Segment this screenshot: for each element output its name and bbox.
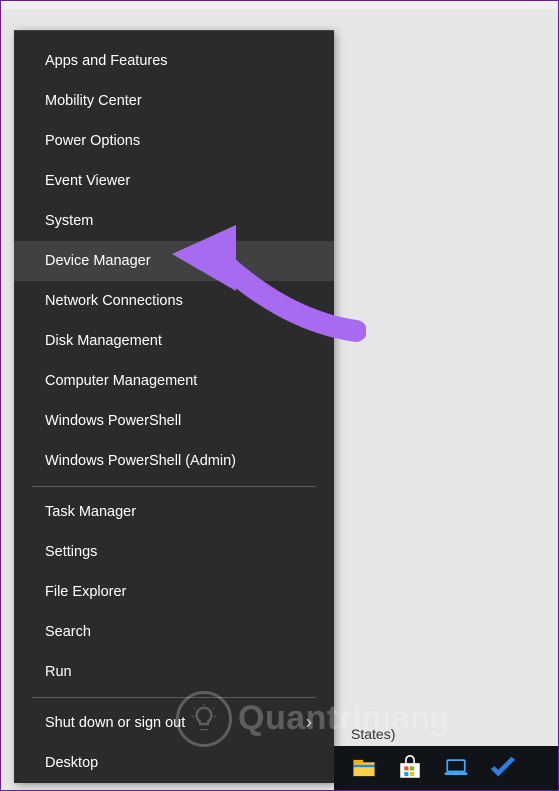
window-top-strip [1,1,558,9]
menu-item-settings[interactable]: Settings [14,532,334,572]
menu-item-label: Search [45,624,91,640]
menu-item-label: Windows PowerShell [45,413,181,429]
menu-item-powershell-admin[interactable]: Windows PowerShell (Admin) [14,441,334,481]
menu-item-disk-management[interactable]: Disk Management [14,321,334,361]
menu-item-label: Settings [45,544,97,560]
menu-item-label: File Explorer [45,584,126,600]
store-icon[interactable] [394,752,426,784]
menu-item-search[interactable]: Search [14,612,334,652]
menu-item-mobility-center[interactable]: Mobility Center [14,81,334,121]
menu-item-label: Mobility Center [45,93,142,109]
menu-item-label: Disk Management [45,333,162,349]
menu-item-power-options[interactable]: Power Options [14,121,334,161]
menu-item-powershell[interactable]: Windows PowerShell [14,401,334,441]
menu-item-label: Task Manager [45,504,136,520]
menu-item-label: Device Manager [45,253,151,269]
menu-item-label: Event Viewer [45,173,130,189]
winx-power-menu: Apps and Features Mobility Center Power Op… [14,30,334,783]
menu-item-device-manager[interactable]: Device Manager [14,241,334,281]
menu-item-computer-management[interactable]: Computer Management [14,361,334,401]
menu-item-label: Windows PowerShell (Admin) [45,453,236,469]
menu-item-label: Apps and Features [45,53,168,69]
menu-item-event-viewer[interactable]: Event Viewer [14,161,334,201]
menu-item-task-manager[interactable]: Task Manager [14,492,334,532]
menu-item-label: Computer Management [45,373,197,389]
menu-item-file-explorer[interactable]: File Explorer [14,572,334,612]
menu-item-label: Network Connections [45,293,183,309]
menu-item-network-connections[interactable]: Network Connections [14,281,334,321]
menu-item-run[interactable]: Run [14,652,334,692]
menu-item-label: Shut down or sign out [45,715,185,731]
check-icon[interactable] [486,752,518,784]
chevron-right-icon [302,716,316,730]
menu-item-desktop[interactable]: Desktop [14,743,334,783]
taskbar [334,746,558,790]
laptop-icon[interactable] [440,752,472,784]
menu-item-apps-features[interactable]: Apps and Features [14,41,334,81]
menu-separator [32,697,316,698]
menu-item-label: Power Options [45,133,140,149]
language-indicator-text: States) [351,726,395,742]
menu-item-label: System [45,213,93,229]
menu-item-shutdown-signout[interactable]: Shut down or sign out [14,703,334,743]
menu-item-system[interactable]: System [14,201,334,241]
menu-item-label: Desktop [45,755,98,771]
file-explorer-icon[interactable] [348,752,380,784]
menu-separator [32,486,316,487]
menu-item-label: Run [45,664,72,680]
